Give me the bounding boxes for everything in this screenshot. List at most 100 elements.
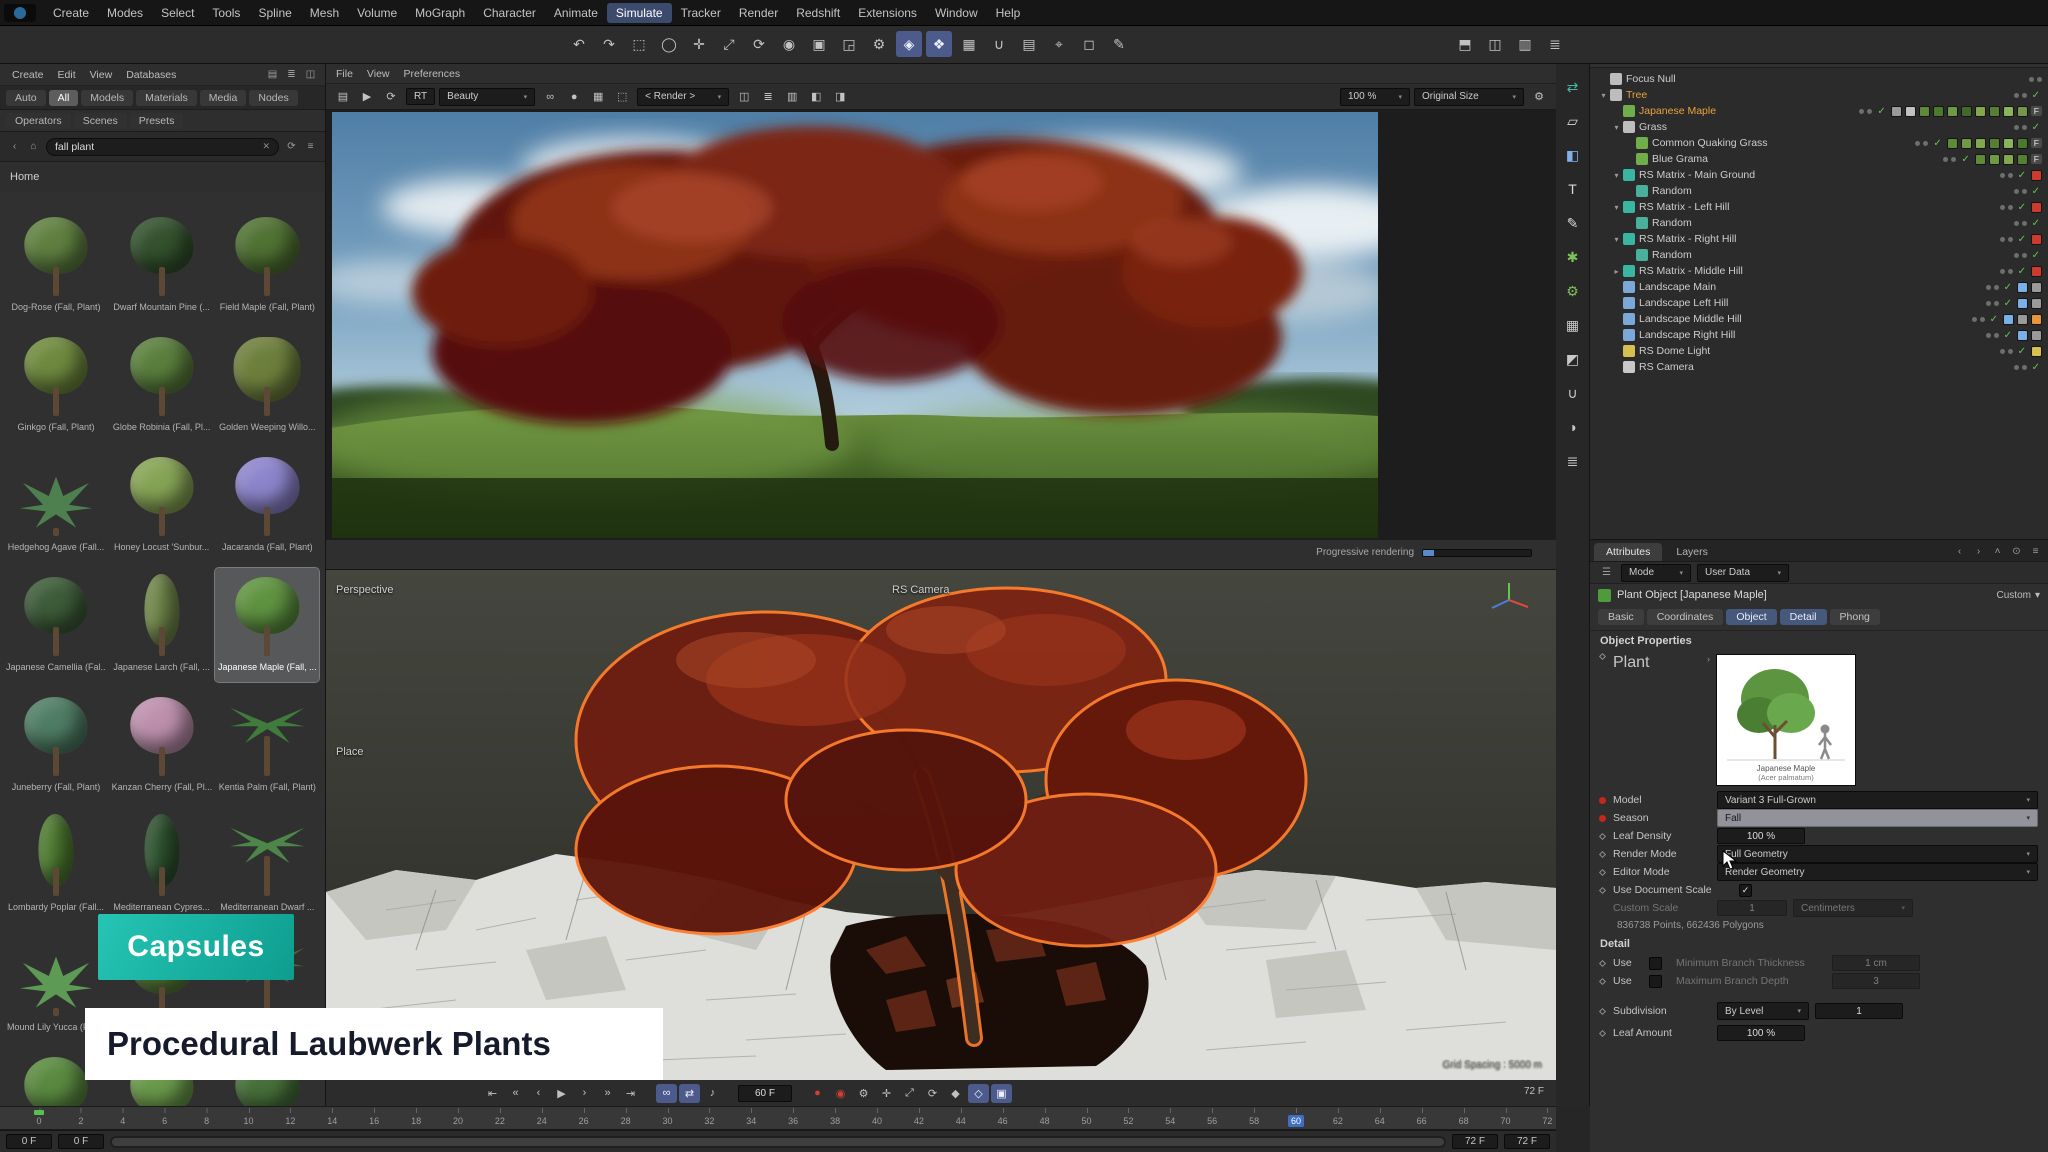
tag-chip[interactable]	[2017, 106, 2028, 117]
goto-end-button[interactable]: ⇥	[620, 1084, 641, 1103]
home-icon[interactable]: ⌂	[25, 139, 42, 155]
timeline-scrollbar[interactable]	[110, 1136, 1446, 1148]
timeline-frame-10[interactable]: 10	[240, 1115, 256, 1127]
tag-chip[interactable]	[2003, 314, 2014, 325]
category-tab-presets[interactable]: Presets	[130, 113, 184, 129]
timeline-frame-72[interactable]: 72	[1539, 1115, 1555, 1127]
asset-menu-databases[interactable]: Databases	[120, 67, 182, 83]
play-button[interactable]: ▶	[551, 1084, 572, 1103]
menubar-item-spline[interactable]: Spline	[249, 3, 300, 23]
loop-toggle[interactable]: ∞	[656, 1084, 677, 1103]
filter-tab-materials[interactable]: Materials	[136, 90, 197, 106]
visibility-dot[interactable]	[1951, 157, 1956, 162]
attribute-tab-basic[interactable]: Basic	[1598, 609, 1644, 625]
tag-chip[interactable]	[2003, 154, 2014, 165]
spline-pen-icon[interactable]: ✎	[1106, 31, 1132, 57]
range-end-field-2[interactable]: 72 F	[1504, 1134, 1550, 1149]
anim-dot[interactable]	[1599, 1029, 1606, 1036]
tag-chip[interactable]	[1947, 138, 1958, 149]
asset-item-mediterranean-cypres[interactable]: Mediterranean Cypres...	[110, 808, 214, 922]
asset-item-japanese-maple-fall[interactable]: Japanese Maple (Fall, ...	[215, 568, 319, 682]
rv-link-icon[interactable]: ∞	[539, 87, 561, 107]
asset-item-kanzan-cherry-fall-pl[interactable]: Kanzan Cherry (Fall, Pl...	[110, 688, 214, 802]
magnet-icon[interactable]: ∪	[986, 31, 1012, 57]
size-mode-dropdown[interactable]: Original Size▾	[1414, 88, 1524, 106]
timeline-frame-0[interactable]: 0	[33, 1115, 44, 1127]
move-icon[interactable]: ✛	[686, 31, 712, 57]
render-view-menu-view[interactable]: View	[367, 68, 390, 80]
menubar-item-mesh[interactable]: Mesh	[301, 3, 348, 23]
timeline-frame-54[interactable]: 54	[1162, 1115, 1178, 1127]
object-row-random[interactable]: Random✓	[1590, 215, 2048, 231]
tag-chip[interactable]	[2017, 330, 2028, 341]
tag-chip[interactable]	[2017, 154, 2028, 165]
object-row-rs-matrix-main-ground[interactable]: ▾RS Matrix - Main Ground✓	[1590, 167, 2048, 183]
object-row-blue-grama[interactable]: Blue Grama✓F	[1590, 151, 2048, 167]
tag-chip[interactable]	[2031, 170, 2042, 181]
tag-chip[interactable]	[1933, 106, 1944, 117]
filter-tab-media[interactable]: Media	[200, 90, 247, 106]
visibility-dot[interactable]	[1994, 301, 1999, 306]
render-pass-dropdown[interactable]: Beauty▾	[439, 88, 535, 106]
visibility-dot[interactable]	[2000, 205, 2005, 210]
tag-chip[interactable]	[2031, 346, 2042, 357]
asset-menu-edit[interactable]: Edit	[52, 67, 82, 83]
keyframe-dot-model[interactable]	[1599, 797, 1606, 804]
attr-forward-icon[interactable]: ›	[1970, 543, 1987, 559]
record-parameter-toggle[interactable]: ◆	[945, 1084, 966, 1103]
enabled-check-icon[interactable]: ✓	[1933, 138, 1941, 149]
visibility-dot[interactable]	[1986, 301, 1991, 306]
timeline-frame-30[interactable]: 30	[659, 1115, 675, 1127]
solo-toggle[interactable]: ▣	[991, 1084, 1012, 1103]
timeline-frame-36[interactable]: 36	[785, 1115, 801, 1127]
filter-tab-nodes[interactable]: Nodes	[249, 90, 297, 106]
simulate-settings-icon[interactable]: ❖	[926, 31, 952, 57]
menubar-item-render[interactable]: Render	[730, 3, 787, 23]
panel-tab-layers[interactable]: Layers	[1664, 543, 1720, 561]
layout-render-icon[interactable]: ⬒	[1452, 31, 1478, 57]
render-view-menu-file[interactable]: File	[336, 68, 353, 80]
visibility-dot[interactable]	[2022, 93, 2027, 98]
tag-chip[interactable]	[1989, 106, 2000, 117]
app-logo-icon[interactable]	[4, 4, 36, 22]
live-selection-icon[interactable]: ◯	[656, 31, 682, 57]
menubar-item-create[interactable]: Create	[44, 3, 98, 23]
plane-icon[interactable]: ▱	[1560, 108, 1586, 134]
expand-caret-icon[interactable]: ›	[1707, 654, 1710, 664]
tag-chip[interactable]	[1919, 106, 1930, 117]
tag-chip[interactable]	[1891, 106, 1902, 117]
workplane-icon[interactable]: ▤	[1016, 31, 1042, 57]
tag-chip[interactable]	[2031, 282, 2042, 293]
layout-console-icon[interactable]: ≣	[1542, 31, 1568, 57]
category-tab-operators[interactable]: Operators	[6, 113, 71, 129]
visibility-dot[interactable]	[2014, 253, 2019, 258]
timeline-frame-4[interactable]: 4	[117, 1115, 128, 1127]
visibility-dot[interactable]	[2008, 349, 2013, 354]
timeline-frame-60[interactable]: 60	[1288, 1115, 1304, 1127]
visibility-dot[interactable]	[1994, 285, 1999, 290]
tag-chip[interactable]	[1975, 138, 1986, 149]
render-mode-dropdown[interactable]: Full Geometry▾	[1717, 845, 2038, 863]
enabled-check-icon[interactable]: ✓	[2018, 346, 2026, 357]
model-dropdown[interactable]: Variant 3 Full-Grown▾	[1717, 791, 2038, 809]
custom-scale-unit-dropdown[interactable]: Centimeters▾	[1793, 899, 1913, 917]
rv-region-icon[interactable]: ⬚	[611, 87, 633, 107]
timeline-frame-32[interactable]: 32	[701, 1115, 717, 1127]
user-data-dropdown[interactable]: User Data▾	[1697, 564, 1789, 582]
rt-toggle-button[interactable]: RT	[406, 88, 435, 105]
undo-icon[interactable]: ↶	[566, 31, 592, 57]
object-row-landscape-left-hill[interactable]: Landscape Left Hill✓	[1590, 295, 2048, 311]
render-view-menu-preferences[interactable]: Preferences	[404, 68, 461, 80]
visibility-dot[interactable]	[2022, 221, 2027, 226]
variant-tag[interactable]: F	[2031, 106, 2042, 116]
asset-item-jacaranda-fall-plant[interactable]: Jacaranda (Fall, Plant)	[215, 448, 319, 562]
preview-range-marker[interactable]	[34, 1110, 44, 1115]
filter-tab-auto[interactable]: Auto	[6, 90, 46, 106]
tag-chip[interactable]	[1947, 106, 1958, 117]
enabled-check-icon[interactable]: ✓	[2032, 218, 2040, 229]
anim-dot[interactable]	[1599, 832, 1606, 839]
axis-gizmo[interactable]	[1486, 580, 1532, 620]
visibility-dot[interactable]	[1986, 333, 1991, 338]
rv-render-icon[interactable]: ▶	[356, 87, 378, 107]
rv-filter-icon[interactable]: ◧	[805, 87, 827, 107]
